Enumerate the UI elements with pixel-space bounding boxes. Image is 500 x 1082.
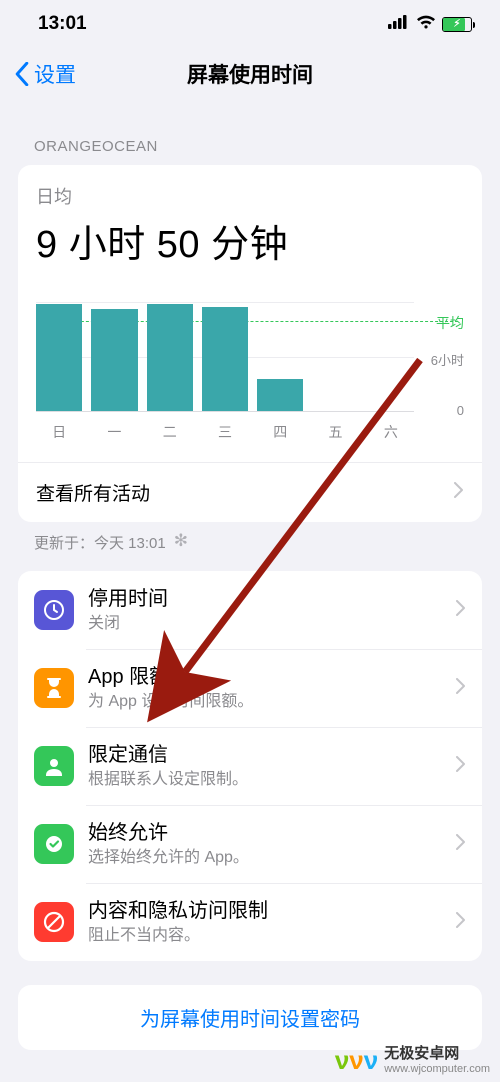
x-tick: 六 [368,416,414,452]
signal-icon [388,13,410,35]
row-text: App 限额为 App 设置时间限额。 [88,665,456,712]
bar [91,309,137,411]
chevron-right-icon [456,834,466,855]
settings-row-app-limits[interactable]: App 限额为 App 设置时间限额。 [18,649,482,727]
y-tick-mid: 6小时 [431,350,464,369]
row-title: 限定通信 [88,743,456,768]
chevron-right-icon [454,482,464,504]
x-axis-labels: 日一二三四五六 [36,416,464,452]
row-subtitle: 为 App 设置时间限额。 [88,692,456,712]
chevron-left-icon [14,62,30,86]
battery-icon: ⚡︎ [442,17,472,32]
see-all-activity-row[interactable]: 查看所有活动 [18,462,482,522]
row-subtitle: 阻止不当内容。 [88,926,456,946]
bar [147,304,193,411]
back-button[interactable]: 设置 [14,59,76,89]
row-text: 停用时间关闭 [88,587,456,634]
page-title: 屏幕使用时间 [187,59,313,89]
row-title: App 限额 [88,665,456,690]
daily-avg-value: 9 小时 50 分钟 [36,213,464,268]
bar-slot [312,302,358,411]
checkmark-shield-icon [34,824,74,864]
watermark-url: www.wjcomputer.com [384,1063,490,1075]
chevron-right-icon [456,756,466,777]
x-tick: 三 [202,416,248,452]
nav-bar: 设置 屏幕使用时间 [0,48,500,100]
row-text: 限定通信根据联系人设定限制。 [88,743,456,790]
loading-spinner-icon [174,534,192,552]
set-passcode-button[interactable]: 为屏幕使用时间设置密码 [18,985,482,1050]
row-text: 始终允许选择始终允许的 App。 [88,821,456,868]
settings-row-content-privacy[interactable]: 内容和隐私访问限制阻止不当内容。 [18,883,482,961]
clock-icon [34,590,74,630]
row-title: 始终允许 [88,821,456,846]
status-time: 13:01 [38,13,87,35]
row-title: 内容和隐私访问限制 [88,899,456,924]
no-entry-icon [34,902,74,942]
settings-row-downtime[interactable]: 停用时间关闭 [18,571,482,649]
watermark-brand: 无极安卓网 [384,1046,490,1063]
row-subtitle: 关闭 [88,614,456,634]
bar-slot [368,302,414,411]
back-label: 设置 [34,59,76,89]
usage-summary-card: 日均 9 小时 50 分钟 平均 6小时 0 日一二三四五六 查看所有活动 [18,165,482,522]
bar [257,379,303,411]
row-text: 内容和隐私访问限制阻止不当内容。 [88,899,456,946]
bar [202,307,248,411]
status-bar: 13:01 ⚡︎ [0,0,500,48]
row-title: 停用时间 [88,587,456,612]
updated-timestamp: 更新于：今天 13:01 [0,522,500,571]
bar-slot [91,302,137,411]
daily-avg-label: 日均 [36,183,464,209]
chevron-right-icon [456,912,466,933]
y-tick-bottom: 0 [457,403,464,418]
settings-row-communication[interactable]: 限定通信根据联系人设定限制。 [18,727,482,805]
row-subtitle: 选择始终允许的 App。 [88,848,456,868]
person-icon [34,746,74,786]
bar [36,304,82,411]
x-tick: 五 [312,416,358,452]
status-icons: ⚡︎ [388,13,472,35]
x-tick: 二 [147,416,193,452]
row-subtitle: 根据联系人设定限制。 [88,770,456,790]
watermark-logo-icon: ννν [335,1045,378,1076]
bar-slot [36,302,82,411]
section-header: ORANGEOCEAN [0,100,500,165]
bar-slot [147,302,193,411]
usage-bar-chart: 平均 6小时 0 [36,282,464,412]
bar-slot [257,302,303,411]
watermark: ννν 无极安卓网 www.wjcomputer.com [335,1045,490,1076]
chevron-right-icon [456,600,466,621]
hourglass-icon [34,668,74,708]
bar-slot [202,302,248,411]
wifi-icon [416,13,436,35]
settings-list: 停用时间关闭App 限额为 App 设置时间限额。限定通信根据联系人设定限制。始… [18,571,482,961]
settings-row-always-allowed[interactable]: 始终允许选择始终允许的 App。 [18,805,482,883]
x-tick: 四 [257,416,303,452]
see-all-label: 查看所有活动 [36,479,150,506]
chevron-right-icon [456,678,466,699]
avg-tag: 平均 [436,313,464,333]
charging-icon: ⚡︎ [453,19,460,30]
x-tick: 日 [36,416,82,452]
set-passcode-label: 为屏幕使用时间设置密码 [140,1009,360,1031]
x-tick: 一 [91,416,137,452]
